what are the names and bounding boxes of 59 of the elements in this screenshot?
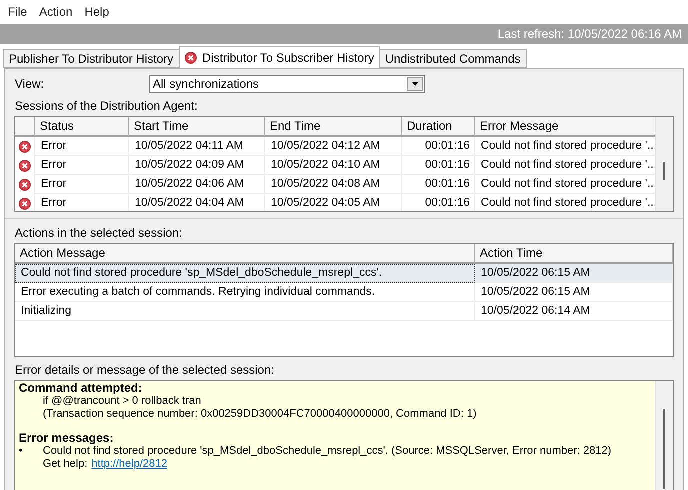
error-icon (18, 160, 30, 172)
view-label: View: (14, 77, 46, 91)
table-cell: 10/05/2022 06:15 AM (475, 264, 673, 283)
table-cell: 10/05/2022 04:12 AM (265, 137, 402, 156)
command-text: if @@trancount > 0 rollback tran (42, 395, 202, 408)
menu-item[interactable]: Help (78, 5, 116, 19)
table-cell: 10/05/2022 04:10 AM (265, 156, 402, 175)
table-cell: Error (35, 156, 129, 175)
scrollbar[interactable] (655, 381, 673, 490)
table-cell: Error (35, 137, 129, 156)
table-cell: Error (35, 175, 129, 194)
table-row[interactable]: Initializing 10/05/2022 06:14 AM (15, 302, 673, 321)
section-heading: Command attempted: (19, 382, 144, 395)
error-icon (18, 140, 30, 152)
bullet: • (19, 445, 24, 459)
table-cell: Error executing a batch of commands. Retrying individual commands. (15, 283, 475, 302)
table-cell: Could not find stored procedure 'sp_MSdel_dboSchedule_msrepl_ccs'. (15, 264, 475, 283)
tab[interactable]: Publisher To Distributor History (3, 49, 180, 68)
command-text: (Transaction sequence number: 0x00259DD30004FC70000400000000, Command ID: 1) (42, 408, 478, 421)
table-cell: 00:01:16 (402, 194, 475, 211)
table-cell: 00:01:16 (402, 156, 475, 175)
table-cell: 10/05/2022 04:06 AM (129, 175, 265, 194)
last-refresh-text: Last refresh: 10/05/2022 06:16 AM (498, 27, 682, 41)
scrollbar[interactable] (655, 117, 673, 211)
column-header[interactable]: Duration (402, 117, 475, 137)
help-link[interactable]: http://help/2812 (92, 458, 168, 471)
column-header[interactable]: Error Message (475, 117, 655, 137)
help-label: Get help: (43, 458, 88, 471)
error-icon (184, 52, 197, 64)
table-cell: Initializing (15, 302, 475, 321)
section-label: Sessions of the Distribution Agent: (15, 99, 199, 113)
table-cell: 10/05/2022 04:05 AM (265, 194, 402, 211)
error-icon (18, 198, 30, 210)
section-heading: Error messages: (19, 432, 115, 445)
table-cell: 10/05/2022 04:11 AM (129, 137, 265, 156)
table-cell: 10/05/2022 06:14 AM (475, 302, 673, 321)
table-row[interactable]: Could not find stored procedure 'sp_MSdel_dboSchedule_msrepl_ccs'. 10/05/2022 06:15 AM (15, 264, 673, 283)
table-row[interactable]: Error executing a batch of commands. Retrying individual commands. 10/05/2022 06:15 AM (15, 283, 673, 302)
tab[interactable]: Undistributed Commands (379, 49, 527, 68)
column-header[interactable]: Status (35, 117, 129, 137)
error-icon (18, 178, 30, 190)
table-cell: 10/05/2022 04:09 AM (129, 156, 265, 175)
table-cell: 10/05/2022 04:08 AM (265, 175, 402, 194)
section-label: Actions in the selected session: (15, 226, 184, 240)
table-cell: 10/05/2022 06:15 AM (475, 283, 673, 302)
column-header[interactable]: Action Message (15, 244, 475, 264)
error-message-text: Could not find stored procedure 'sp_MSdel_dboSchedule_msrepl_ccs'. (Source: MSSQLServer, Error number: 2812) (43, 445, 612, 458)
view-dropdown[interactable]: All synchronizations (149, 75, 425, 93)
menu-item[interactable]: Action (33, 5, 79, 19)
table-cell: Error (35, 194, 129, 211)
table-cell: 00:01:16 (402, 175, 475, 194)
dropdown-arrow-icon (412, 82, 418, 86)
section-label: Error details or message of the selected session: (15, 363, 276, 377)
menu-item[interactable]: File (2, 5, 34, 19)
column-header[interactable]: End Time (265, 117, 402, 137)
column-header[interactable]: Start Time (129, 117, 265, 137)
column-header[interactable]: Action Time (475, 244, 673, 264)
table-cell: 10/05/2022 04:04 AM (129, 194, 265, 211)
table-cell: 00:01:16 (402, 137, 475, 156)
